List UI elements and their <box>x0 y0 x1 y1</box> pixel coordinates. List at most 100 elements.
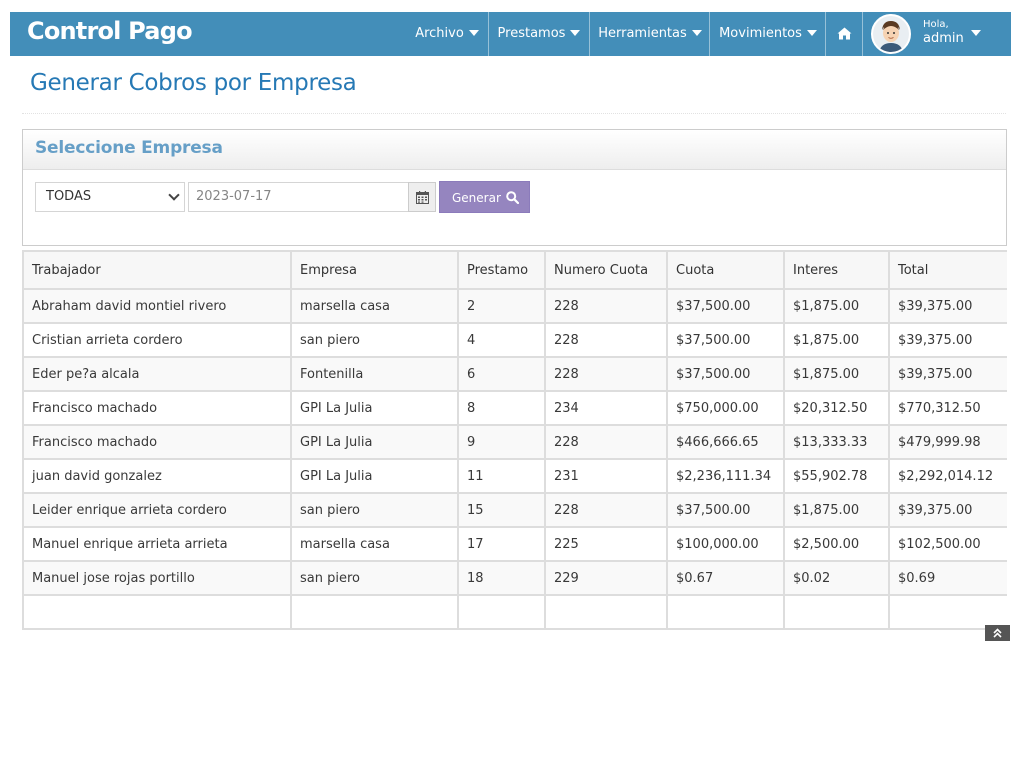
user-menu[interactable]: Hola, admin <box>862 12 1012 56</box>
empresa-select[interactable]: TODAS <box>35 182 185 212</box>
cell-trabajador: Cristian arrieta cordero <box>22 322 292 358</box>
section-title: Seleccione Empresa <box>35 138 223 158</box>
cell-cuota: $750,000.00 <box>666 390 785 426</box>
cell-interes: $1,875.00 <box>783 288 890 324</box>
cell-empresa: san piero <box>290 560 459 596</box>
header-total[interactable]: Total <box>888 250 1007 290</box>
generate-button-label: Generar <box>452 191 501 205</box>
nav-prestamos[interactable]: Prestamos <box>488 12 589 56</box>
generate-button[interactable]: Generar <box>439 181 530 213</box>
cell-trabajador: Leider enrique arrieta cordero <box>22 492 292 528</box>
nav-herramientas[interactable]: Herramientas <box>589 12 710 56</box>
cell-cuota: $0.67 <box>666 560 785 596</box>
empresa-selection-box: Seleccione Empresa TODAS 2023-07-17 Gene… <box>22 129 1007 246</box>
cell-total: $39,375.00 <box>888 322 1007 358</box>
date-picker-button[interactable] <box>408 182 436 212</box>
cell-total: $479,999.98 <box>888 424 1007 460</box>
caret-down-icon <box>570 29 581 36</box>
header-trabajador[interactable]: Trabajador <box>22 250 292 290</box>
cobros-table-container: Trabajador Empresa Prestamo Numero Cuota… <box>22 250 1007 640</box>
cell-numero-cuota: 228 <box>544 424 668 460</box>
caret-down-icon <box>971 30 981 36</box>
header-empresa[interactable]: Empresa <box>290 250 459 290</box>
table-header-row: Trabajador Empresa Prestamo Numero Cuota… <box>22 250 1007 290</box>
cell-numero-cuota: 228 <box>544 322 668 358</box>
user-greeting: Hola, <box>923 19 949 30</box>
header-interes[interactable]: Interes <box>783 250 890 290</box>
cell-trabajador: juan david gonzalez <box>22 458 292 494</box>
nav-archivo-label: Archivo <box>415 26 464 41</box>
search-icon <box>506 191 519 204</box>
cell-prestamo: 17 <box>457 526 546 562</box>
cell-empresa: Fontenilla <box>290 356 459 392</box>
cell-interes: $0.02 <box>783 560 890 596</box>
cell-trabajador: Eder pe?a alcala <box>22 356 292 392</box>
cell-numero-cuota: 228 <box>544 356 668 392</box>
nav-home[interactable] <box>825 12 863 56</box>
cobros-table: Trabajador Empresa Prestamo Numero Cuota… <box>22 250 1007 630</box>
avatar <box>871 14 911 54</box>
cell-empresa: GPI La Julia <box>290 458 459 494</box>
home-icon <box>837 27 852 40</box>
cell-cuota: $37,500.00 <box>666 288 785 324</box>
cell-numero-cuota: 228 <box>544 288 668 324</box>
cell-empresa <box>290 594 459 630</box>
cell-empresa: san piero <box>290 322 459 358</box>
cell-cuota: $37,500.00 <box>666 492 785 528</box>
cell-total: $39,375.00 <box>888 492 1007 528</box>
table-row: Cristian arrieta cordero san piero 4 228 $37… <box>22 322 1007 358</box>
cell-numero-cuota: 234 <box>544 390 668 426</box>
cell-trabajador: Manuel enrique arrieta arrieta <box>22 526 292 562</box>
cell-numero-cuota: 228 <box>544 492 668 528</box>
page-title: Generar Cobros por Empresa <box>30 70 357 96</box>
cell-trabajador: Francisco machado <box>22 390 292 426</box>
cell-interes <box>783 594 890 630</box>
table-row <box>22 594 1007 630</box>
table-row: Manuel jose rojas portillo san piero 18 229… <box>22 560 1007 596</box>
cell-empresa: san piero <box>290 492 459 528</box>
cell-prestamo: 11 <box>457 458 546 494</box>
cell-total: $39,375.00 <box>888 356 1007 392</box>
user-name: admin <box>923 31 964 46</box>
cell-empresa: GPI La Julia <box>290 390 459 426</box>
cell-trabajador <box>22 594 292 630</box>
title-divider <box>22 113 1006 114</box>
cell-prestamo: 8 <box>457 390 546 426</box>
table-row: Eder pe?a alcala Fontenilla 6 228 $37,500.00… <box>22 356 1007 392</box>
table-row: Abraham david montiel rivero marsella cas… <box>22 288 1007 324</box>
nav-prestamos-label: Prestamos <box>497 26 566 41</box>
header-prestamo[interactable]: Prestamo <box>457 250 546 290</box>
cell-numero-cuota <box>544 594 668 630</box>
table-row: juan david gonzalez GPI La Julia 11 231 $2,2… <box>22 458 1007 494</box>
caret-down-icon <box>806 29 817 36</box>
cell-interes: $20,312.50 <box>783 390 890 426</box>
brand-logo[interactable]: Control Pago <box>27 17 193 45</box>
table-row: Leider enrique arrieta cordero san piero 1… <box>22 492 1007 528</box>
widget-header: Seleccione Empresa <box>23 130 1006 170</box>
nav-movimientos-label: Movimientos <box>719 26 802 41</box>
calendar-icon <box>416 191 429 204</box>
cell-empresa: marsella casa <box>290 526 459 562</box>
cell-interes: $1,875.00 <box>783 492 890 528</box>
cell-total: $39,375.00 <box>888 288 1007 324</box>
date-input[interactable]: 2023-07-17 <box>188 182 409 212</box>
cell-interes: $1,875.00 <box>783 356 890 392</box>
cell-total: $102,500.00 <box>888 526 1007 562</box>
cell-cuota: $37,500.00 <box>666 322 785 358</box>
header-cuota[interactable]: Cuota <box>666 250 785 290</box>
nav-movimientos[interactable]: Movimientos <box>709 12 826 56</box>
cell-cuota: $100,000.00 <box>666 526 785 562</box>
cell-numero-cuota: 231 <box>544 458 668 494</box>
cell-empresa: marsella casa <box>290 288 459 324</box>
cell-trabajador: Abraham david montiel rivero <box>22 288 292 324</box>
scroll-to-top-button[interactable] <box>985 625 1010 641</box>
cell-cuota: $37,500.00 <box>666 356 785 392</box>
cell-cuota: $2,236,111.34 <box>666 458 785 494</box>
caret-down-icon <box>691 29 702 36</box>
chevron-down-icon <box>168 189 180 201</box>
cell-cuota: $466,666.65 <box>666 424 785 460</box>
header-numero-cuota[interactable]: Numero Cuota <box>544 250 668 290</box>
cell-interes: $55,902.78 <box>783 458 890 494</box>
cell-empresa: GPI La Julia <box>290 424 459 460</box>
nav-archivo[interactable]: Archivo <box>405 12 489 56</box>
